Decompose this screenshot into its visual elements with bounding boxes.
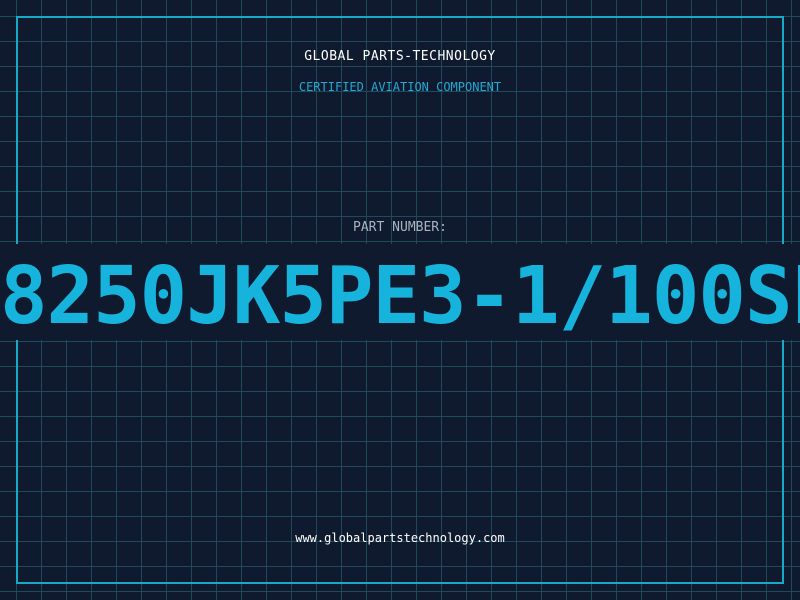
certificate-card: GLOBAL PARTS-TECHNOLOGY CERTIFIED AVIATI… xyxy=(0,0,800,600)
part-number-value: 8250JK5PE3-1/100SE xyxy=(0,250,800,342)
website-url[interactable]: www.globalpartstechnology.com xyxy=(0,531,800,545)
brand-title: GLOBAL PARTS-TECHNOLOGY xyxy=(304,49,496,64)
part-number-label: PART NUMBER: xyxy=(353,220,447,235)
certification-subtitle: CERTIFIED AVIATION COMPONENT xyxy=(298,80,502,94)
